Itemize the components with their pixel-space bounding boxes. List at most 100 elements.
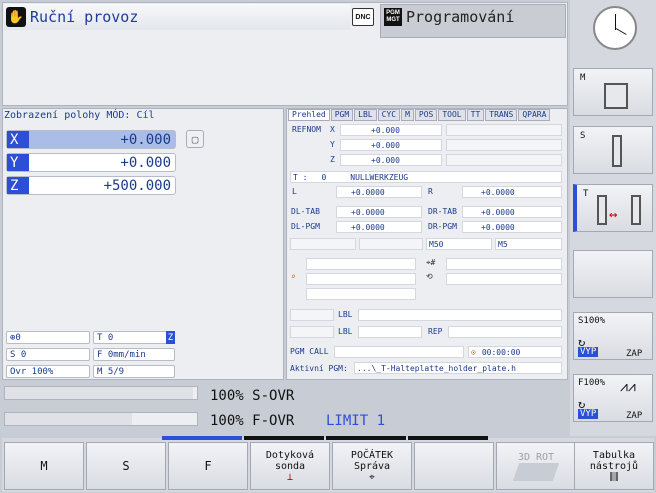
vk-feed-override[interactable]: F100% ↻ ⩘⩘ VYP ZAP: [573, 374, 653, 422]
waveform-icon: ⩘⩘: [620, 379, 636, 395]
empty-cell: [359, 238, 423, 250]
axis-row-y[interactable]: Y +0.000: [6, 153, 176, 172]
tab-cyc[interactable]: CYC: [377, 109, 401, 121]
empty-cell: [290, 326, 334, 338]
empty-cell: [446, 124, 562, 136]
tab-tool[interactable]: TOOL: [438, 109, 466, 121]
f-ovr-text: 100% F-OVR: [210, 413, 295, 429]
empty-cell: [446, 154, 562, 166]
tool-axis-status: Z: [166, 331, 175, 344]
clock-widget: [593, 6, 637, 50]
pgm-call-label: PGM CALL: [290, 347, 329, 356]
feed-status: F 0mm/min: [93, 348, 175, 361]
s-ovr-bar: [4, 386, 198, 400]
rep-label: REP: [428, 327, 443, 336]
tab-pos[interactable]: POS: [414, 109, 438, 121]
refnom-label: REFNOM: [292, 125, 321, 134]
ov-axis-x: X: [330, 125, 335, 134]
s-ovr-text: 100% S-OVR: [210, 388, 295, 404]
vk-s[interactable]: S: [573, 126, 653, 174]
dltab-value: +0.0000: [336, 206, 422, 218]
active-pgm-value: ...\_T-Halteplatte_holder_plate.h: [354, 362, 562, 374]
axis-value: +0.000: [120, 131, 171, 148]
vk-empty[interactable]: [573, 250, 653, 298]
dlpgm-label: DL-PGM: [291, 222, 320, 231]
datum-icon: ⌖: [369, 471, 375, 483]
vyp-label: VYP: [578, 347, 599, 357]
softkey-page-indicator: [408, 436, 488, 440]
spindle-icon: [612, 135, 622, 167]
vk-spindle-override[interactable]: S100% ↻ VYP ZAP: [573, 312, 653, 360]
softkey-tool-table[interactable]: Tabulka nástrojů ⫼⫼: [574, 442, 654, 490]
position-mode-label: MÓD: Cíl: [106, 110, 155, 121]
vk-t[interactable]: T ↔: [573, 184, 653, 232]
ov-axis-x-value: +0.000: [340, 124, 442, 136]
lbl-field-2: [358, 326, 422, 338]
dnc-icon: DNC: [352, 8, 374, 26]
machine-mode-label: Ruční provoz: [30, 8, 139, 26]
softkey-page-indicator: [162, 436, 242, 440]
probe-icon: ⊥: [286, 471, 294, 483]
tab-trans[interactable]: TRANS: [485, 109, 518, 121]
probe-icon: ⌕: [291, 272, 296, 281]
tab-lbl[interactable]: LBL: [354, 109, 377, 121]
softkey-empty[interactable]: [414, 442, 494, 490]
tab-qpara[interactable]: QPARA: [518, 109, 551, 121]
tool-right-icon: [631, 195, 641, 225]
tool-status: T 0: [93, 331, 167, 344]
tab-prehled[interactable]: Prehled: [288, 109, 330, 121]
clock-icon: ⊙: [471, 347, 476, 357]
l-label: L: [292, 187, 297, 196]
softkey-s[interactable]: S: [86, 442, 166, 490]
softkey-3d-rot[interactable]: 3D ROT: [496, 442, 576, 490]
axis-row-x[interactable]: X +0.000: [6, 130, 176, 149]
pgm-mgt-icon: PGM MGT: [384, 8, 402, 26]
spindle-angle-status: ⊕ 0: [6, 331, 90, 344]
position-title-text: Zobrazení polohy: [4, 110, 101, 121]
vk-m[interactable]: M: [573, 68, 653, 116]
axis-label: Y: [7, 154, 29, 171]
hash-field: [446, 258, 562, 270]
tab-tt[interactable]: TT: [466, 109, 485, 121]
tab-m[interactable]: M: [401, 109, 414, 121]
axis-value: +0.000: [120, 154, 171, 171]
limit-label: LIMIT 1: [326, 413, 386, 429]
softkey-touch-probe[interactable]: Dotyková sonda ⊥: [250, 442, 330, 490]
r-label: R: [428, 187, 433, 196]
rep-field: [448, 326, 562, 338]
axis-row-z[interactable]: Z +500.000: [6, 176, 176, 195]
ov-axis-z-value: +0.000: [340, 154, 442, 166]
softkey-f[interactable]: F: [168, 442, 248, 490]
drtab-value: +0.0000: [462, 206, 562, 218]
machine-icon: [604, 83, 628, 109]
position-title: Zobrazení polohy MÓD: Cíl: [4, 110, 155, 121]
hand-icon: ✋: [6, 7, 26, 27]
softkey-page-indicator: [244, 436, 324, 440]
empty-cell: [290, 309, 334, 321]
lbl-label-2: LBL: [338, 327, 353, 336]
vyp-label: VYP: [578, 409, 599, 419]
l-value: +0.0000: [336, 186, 422, 198]
axis-label: X: [7, 131, 29, 148]
zap-label: ZAP: [626, 411, 643, 421]
drtab-label: DR-TAB: [428, 207, 457, 216]
ov-axis-z: Z: [330, 155, 335, 164]
softkey-m[interactable]: M: [4, 442, 84, 490]
lbl-field-1: [358, 309, 562, 321]
status-tabs: Prehled PGM LBL CYC M POS TOOL TT TRANS …: [288, 109, 551, 121]
axis-label: Z: [7, 177, 29, 194]
probe-field: [306, 273, 416, 285]
programming-mode-label: Programování: [406, 8, 515, 26]
s-ovr-fill: [5, 387, 194, 399]
tab-pgm[interactable]: PGM: [330, 109, 354, 121]
drpgm-value: +0.0000: [462, 221, 562, 233]
3d-rot-icon: [512, 462, 560, 481]
reference-icon[interactable]: ▢: [186, 130, 204, 148]
softkey-datum-management[interactable]: POČÁTEK Správa ⌖: [332, 442, 412, 490]
hash-icon: ⌖#: [426, 258, 436, 267]
m-code-2: M5: [495, 238, 562, 250]
dltab-label: DL-TAB: [291, 207, 320, 216]
clock-hand-hour: [615, 28, 627, 35]
m-function-status: M 5/9: [93, 365, 175, 378]
programming-mode-tab[interactable]: PGM MGT Programování: [380, 4, 566, 38]
